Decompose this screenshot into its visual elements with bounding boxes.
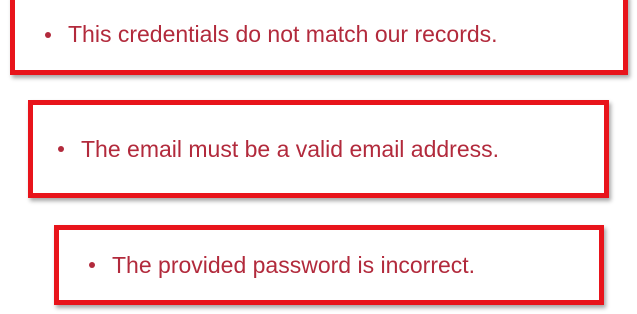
error-message: The email must be a valid email address.	[81, 135, 500, 162]
error-list-item: The provided password is incorrect.	[89, 252, 475, 279]
credentials-error-box: This credentials do not match our record…	[10, 0, 628, 75]
error-message: The provided password is incorrect.	[112, 251, 476, 278]
error-message: This credentials do not match our record…	[68, 21, 498, 47]
error-list-item: This credentials do not match our record…	[45, 21, 498, 48]
password-error-box: The provided password is incorrect.	[54, 225, 604, 305]
bullet-icon	[58, 146, 64, 152]
bullet-icon	[45, 31, 51, 38]
error-list-item: The email must be a valid email address.	[58, 136, 499, 163]
email-error-box: The email must be a valid email address.	[28, 100, 609, 198]
bullet-icon	[89, 262, 95, 268]
